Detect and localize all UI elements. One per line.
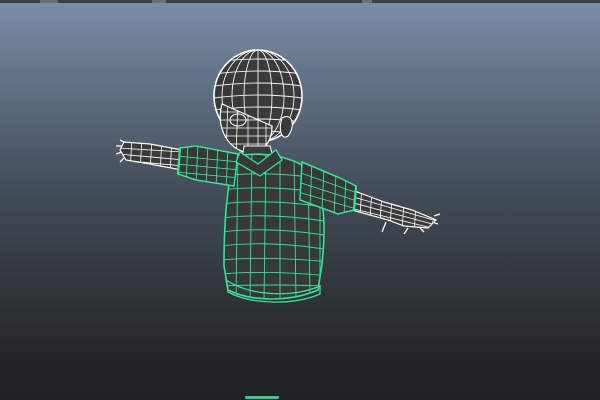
3d-viewport[interactable] <box>0 0 600 400</box>
right-sleeve-mesh[interactable] <box>176 142 240 190</box>
ear-mesh[interactable] <box>279 116 293 138</box>
left-arm-mesh[interactable] <box>350 186 441 235</box>
right-arm-mesh[interactable] <box>115 138 184 174</box>
character-mesh[interactable] <box>0 0 600 400</box>
time-slider-marker <box>245 396 279 399</box>
